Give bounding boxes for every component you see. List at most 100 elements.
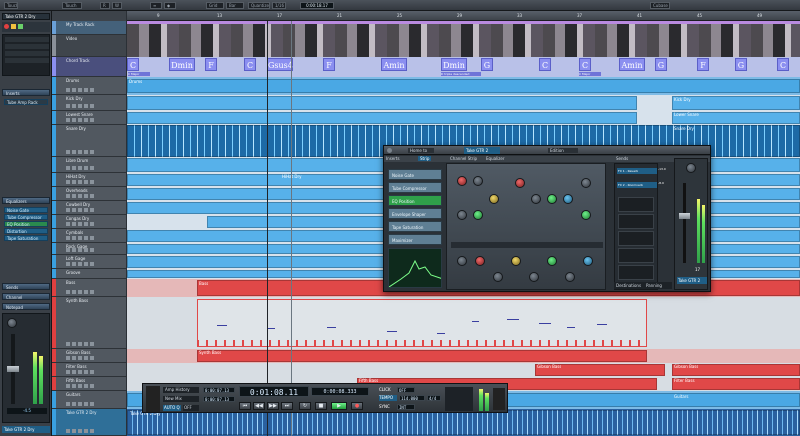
knob[interactable] bbox=[457, 256, 467, 266]
window-titlebar[interactable]: Home to Take GTR 2 Edition bbox=[384, 146, 710, 155]
strip-module[interactable]: Envelope Shaper bbox=[388, 208, 442, 219]
time-signature[interactable]: 4/4 bbox=[427, 395, 441, 401]
insert-preset[interactable]: Tube Amp Rack bbox=[4, 99, 48, 105]
track-row[interactable]: Filter Bass bbox=[52, 363, 126, 377]
send-level[interactable]: -8.0 bbox=[658, 181, 672, 187]
snap-type[interactable]: Bar bbox=[226, 2, 244, 9]
send-slot-empty[interactable] bbox=[618, 265, 654, 280]
chord-event[interactable]: Gsus4 bbox=[267, 58, 293, 71]
mix-mode[interactable]: New Mix bbox=[163, 396, 199, 402]
solo-icon[interactable] bbox=[18, 24, 23, 29]
go-end-button[interactable]: ⏭ bbox=[281, 402, 293, 410]
strip-module[interactable]: Tape Saturation bbox=[388, 221, 442, 232]
knob[interactable] bbox=[547, 194, 557, 204]
knob[interactable] bbox=[493, 272, 503, 282]
insert-slot[interactable]: Tube Compressor bbox=[4, 214, 48, 220]
transport-grip[interactable] bbox=[146, 386, 160, 412]
inspector-section-channel[interactable]: Channel bbox=[2, 293, 50, 300]
tab-sends[interactable]: Sends bbox=[616, 156, 628, 161]
send-level[interactable]: -13.0 bbox=[658, 167, 672, 173]
synth-bass-lane[interactable]: Synth Bass bbox=[127, 349, 800, 363]
track-row[interactable]: Take GTR 2 Dry bbox=[52, 409, 126, 436]
pan-knob[interactable] bbox=[686, 163, 696, 173]
knob[interactable] bbox=[547, 256, 557, 266]
play-button[interactable]: ▶ bbox=[331, 402, 347, 410]
tab-strip[interactable]: Strip bbox=[418, 156, 432, 161]
read-button[interactable]: R bbox=[100, 2, 110, 9]
tab-inserts[interactable]: Inserts bbox=[386, 156, 400, 161]
knob[interactable] bbox=[563, 194, 573, 204]
channel-name[interactable]: Take GTR 2 bbox=[464, 147, 500, 154]
inspector-section-inserts[interactable]: Inserts bbox=[2, 89, 50, 96]
channel-label[interactable]: Take GTR 2 bbox=[677, 277, 707, 284]
track-row[interactable]: Loft Gage bbox=[52, 255, 126, 269]
track-controls[interactable] bbox=[2, 22, 50, 32]
knob[interactable] bbox=[473, 176, 483, 186]
take-gtr-lane[interactable]: Take GTR 2 Dry bbox=[127, 409, 800, 436]
insert-slot[interactable]: Tape Saturation bbox=[4, 235, 48, 241]
synth-bass-lane[interactable] bbox=[127, 297, 800, 349]
chord-track-lane[interactable]: C Dmin F C Gsus4 F Amin Dmin G C C Amin … bbox=[127, 57, 800, 77]
track-row[interactable]: Drums bbox=[52, 77, 126, 95]
scale-event[interactable]: C Major bbox=[579, 72, 601, 76]
insert-slot[interactable]: Distortion bbox=[4, 228, 48, 234]
knob[interactable] bbox=[581, 210, 591, 220]
project-cursor[interactable] bbox=[267, 21, 268, 436]
chord-event[interactable]: Dmin bbox=[169, 58, 195, 71]
send-slot-empty[interactable] bbox=[618, 231, 654, 246]
auto-quantize[interactable]: AUTO Q bbox=[163, 405, 181, 411]
right-locator[interactable]: 0:00:07.13 bbox=[203, 396, 235, 402]
send-slot[interactable]: FX 1 - Reverb bbox=[617, 168, 657, 174]
tab-equalizer[interactable]: Equalizer bbox=[486, 156, 504, 161]
tool-button[interactable]: ≡ bbox=[150, 2, 162, 9]
tempo-label[interactable]: TEMPO bbox=[379, 395, 397, 401]
chord-event[interactable]: F bbox=[697, 58, 709, 71]
inspector-section-sends[interactable]: Sends bbox=[2, 283, 50, 290]
insert-slot[interactable]: Noise Gate bbox=[4, 207, 48, 213]
fader-handle[interactable] bbox=[679, 213, 690, 219]
left-locator[interactable]: 0:00:07.13 bbox=[203, 387, 235, 393]
track-row[interactable]: Lowest Snare bbox=[52, 111, 126, 125]
chord-event[interactable]: C bbox=[579, 58, 591, 71]
tab-panning[interactable]: Panning bbox=[644, 282, 672, 289]
inspector-track-title[interactable]: Take GTR 2 Dry bbox=[2, 13, 50, 20]
strip-module[interactable]: EQ Position bbox=[388, 195, 442, 206]
chord-event[interactable]: C bbox=[127, 58, 139, 71]
input-routing[interactable] bbox=[5, 37, 49, 42]
monitor-icon[interactable] bbox=[11, 24, 16, 29]
sync-label[interactable]: SYNC bbox=[379, 404, 395, 410]
fast-forward-button[interactable]: ▶▶ bbox=[267, 402, 279, 410]
track-row[interactable]: Libre Drum bbox=[52, 157, 126, 173]
video-thumbnail-strip[interactable] bbox=[127, 24, 800, 57]
track-row[interactable]: Snare Dry bbox=[52, 125, 126, 157]
knob[interactable] bbox=[515, 178, 525, 188]
send-slot-empty[interactable] bbox=[618, 197, 654, 212]
fader-value[interactable]: -4.5 bbox=[7, 408, 47, 414]
close-icon[interactable] bbox=[387, 148, 392, 153]
track-row[interactable]: Overheads bbox=[52, 187, 126, 201]
drums-folder-lane[interactable]: Drums bbox=[127, 77, 800, 95]
strip-module[interactable]: Tube Compressor bbox=[388, 182, 442, 193]
stop-button[interactable]: ■ bbox=[315, 402, 327, 410]
marker-panel[interactable] bbox=[445, 387, 473, 411]
track-row[interactable]: Fifth Bass bbox=[52, 377, 126, 391]
track-row[interactable]: Cymbals bbox=[52, 229, 126, 243]
chord-event[interactable]: Amin bbox=[381, 58, 407, 71]
knob[interactable] bbox=[457, 210, 467, 220]
chord-event[interactable]: C bbox=[244, 58, 256, 71]
quantize-value[interactable]: 1/16 bbox=[272, 2, 286, 9]
track-row[interactable]: My Track Rack bbox=[52, 21, 126, 35]
track-row[interactable]: Bass bbox=[52, 279, 126, 297]
inspector-section-notepad[interactable]: Notepad bbox=[2, 303, 50, 310]
chord-event[interactable]: G bbox=[481, 58, 493, 71]
knob[interactable] bbox=[531, 194, 541, 204]
track-row[interactable]: Gibson Bass bbox=[52, 349, 126, 363]
toolbar-button[interactable]: Touch bbox=[4, 2, 18, 9]
scale-event[interactable]: C Major bbox=[128, 72, 150, 76]
send-slot[interactable]: FX 2 - Roomverb bbox=[617, 182, 657, 188]
inspector-bottom-label[interactable]: Take GTR 2 Dry bbox=[2, 426, 50, 433]
tempo-value[interactable]: 114.000 bbox=[399, 395, 425, 401]
edition-button[interactable]: Edition bbox=[548, 148, 578, 153]
secondary-time-display[interactable]: 0:00:08.333 bbox=[311, 387, 369, 396]
primary-time-display[interactable]: 0:01:08.11 bbox=[239, 386, 309, 397]
